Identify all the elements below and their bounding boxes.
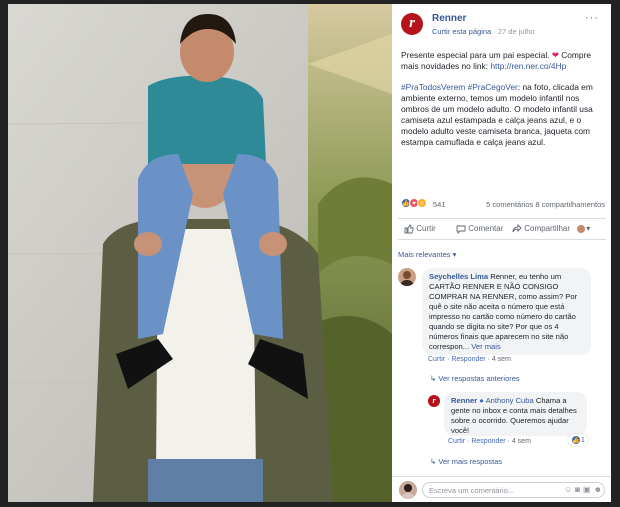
comment-bubble: Seychelles Lima Renner, eu tenho um CART…	[422, 268, 591, 355]
current-user-avatar[interactable]	[399, 481, 417, 499]
comment-input-placeholder: Escreva um comentário...	[429, 486, 515, 495]
comment-composer: Escreva um comentário... ☺◙▣☻	[392, 476, 611, 502]
wow-reaction-icon[interactable]: ☺	[417, 198, 427, 209]
page-name[interactable]: Renner	[432, 13, 466, 24]
follow-page-link[interactable]: Curtir esta página	[432, 27, 491, 36]
reply-author[interactable]: Renner	[451, 396, 477, 405]
comments-count[interactable]: 5 comentários	[486, 200, 533, 209]
emoji-icon[interactable]: ☺	[564, 485, 575, 494]
reply-reply-link[interactable]: Responder	[471, 438, 505, 445]
photo-illustration	[8, 4, 392, 502]
post-stats: 👍 ♥ ☺ 541 5 comentários 8 compartilhamento…	[401, 198, 605, 212]
heart-emoji-icon: ❤	[551, 50, 559, 60]
commenter-photo	[400, 271, 414, 286]
reply-reaction-badge[interactable]: 👍 1	[568, 434, 588, 446]
post-panel: r Renner Curtir esta página · 27 de julh…	[392, 4, 611, 502]
like-reaction-icon: 👍	[571, 435, 581, 445]
caret-down-icon: ▾	[452, 250, 457, 259]
reaction-count[interactable]: 541	[433, 200, 446, 209]
post-paragraph-2: #PraTodosVerem #PraCegoVer: na foto, cli…	[401, 82, 605, 148]
sort-label: Mais relevantes	[398, 250, 451, 259]
user-avatar-icon	[576, 224, 586, 234]
camera-icon[interactable]: ◙	[575, 485, 583, 494]
share-icon	[512, 223, 522, 233]
reply-avatar[interactable]: r	[428, 395, 440, 407]
share-button[interactable]: Compartilhar	[512, 223, 571, 234]
thumbs-up-icon	[404, 224, 414, 234]
comment-text: Renner, eu tenho um CARTÃO RENNER E NÃO …	[429, 272, 578, 351]
view-previous-replies-link[interactable]: ↳ Ver respostas anteriores	[430, 374, 520, 383]
reaction-selector-button[interactable]: ▾	[576, 224, 590, 234]
post-link[interactable]: http://ren.ner.co/4Hp	[490, 61, 566, 71]
view-more-replies-link[interactable]: ↳ Ver mais respostas	[430, 457, 502, 466]
gif-icon[interactable]: ▣	[583, 485, 594, 494]
comment-label: Comentar	[468, 224, 504, 234]
post-hashtags[interactable]: #PraTodosVerem #PraCegoVer	[401, 82, 518, 92]
verified-badge-icon: ●	[479, 396, 484, 405]
like-label: Curtir	[416, 224, 436, 234]
post-paragraph-1: Presente especial para um pai especial. …	[401, 50, 605, 72]
post-text-line1: Presente especial para um pai especial.	[401, 50, 552, 60]
like-button[interactable]: Curtir	[404, 224, 436, 234]
post-photo[interactable]	[8, 4, 392, 502]
reply-like-link[interactable]: Curtir	[448, 438, 465, 445]
reply-time[interactable]: 4 sem	[512, 438, 531, 445]
comment-icon	[456, 225, 466, 235]
reply-arrow-icon: ↳	[430, 374, 437, 383]
reply-bubble: Renner ● Anthony Cuba Chama a gente no i…	[444, 392, 587, 436]
comment-time[interactable]: 4 sem	[492, 356, 511, 363]
reply-reaction-count: 1	[580, 436, 585, 444]
comment-author[interactable]: Seychelles Lima	[429, 272, 488, 281]
reply-actions: Curtir · Responder · 4 sem	[448, 438, 531, 445]
commenter-avatar[interactable]	[398, 268, 416, 286]
comment-actions: Curtir · Responder · 4 sem	[428, 356, 511, 363]
view-more-replies-label: Ver mais respostas	[438, 457, 503, 466]
reply-mention[interactable]: Anthony Cuba	[486, 396, 534, 405]
view-previous-replies-label: Ver respostas anteriores	[438, 374, 520, 383]
comment-like-link[interactable]: Curtir	[428, 356, 445, 363]
shares-count[interactable]: 8 compartilhamentos	[535, 200, 605, 209]
post-text: Presente especial para um pai especial. …	[401, 50, 605, 158]
composer-icons: ☺◙▣☻	[564, 485, 605, 494]
more-options-icon[interactable]: ···	[585, 12, 599, 24]
photo-viewer: r Renner Curtir esta página · 27 de julh…	[0, 0, 620, 507]
comment-reply-link[interactable]: Responder	[451, 356, 485, 363]
post-meta: Curtir esta página · 27 de julho	[432, 27, 535, 36]
current-user-photo	[401, 484, 415, 499]
comments-shares-summary: 5 comentários 8 compartilhamentos	[486, 200, 605, 209]
post-date[interactable]: 27 de julho	[498, 27, 535, 36]
caret-down-icon: ▾	[586, 224, 591, 234]
meta-separator: ·	[491, 27, 498, 36]
post-actions: Curtir Comentar Compartilhar ▾	[398, 218, 606, 240]
comment-button[interactable]: Comentar	[456, 224, 504, 235]
see-more-link[interactable]: Ver mais	[471, 342, 501, 351]
share-label: Compartilhar	[524, 224, 571, 234]
page-logo[interactable]: r	[401, 13, 423, 35]
comment-sort-dropdown[interactable]: Mais relevantes ▾	[398, 250, 456, 259]
post-header: r Renner Curtir esta página · 27 de julh…	[392, 4, 611, 40]
reply-arrow-icon: ↳	[430, 457, 437, 466]
sticker-icon[interactable]: ☻	[594, 485, 605, 494]
